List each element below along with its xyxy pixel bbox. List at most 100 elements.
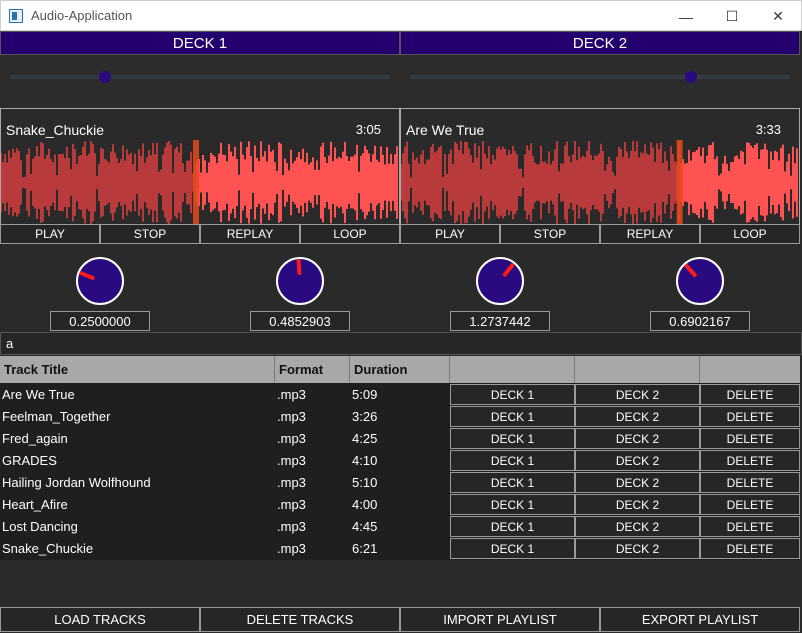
maximize-button[interactable]: ☐ [709,1,755,32]
table-row[interactable]: Fred_again .mp3 4:25 DECK 1 DECK 2 DELETE [0,427,800,449]
deck-2-knob-1-value[interactable]: 1.2737442 [450,311,550,331]
track-title-cell: Hailing Jordan Wolfhound [2,474,151,490]
table-row[interactable]: Snake_Chuckie .mp3 6:21 DECK 1 DECK 2 DELETE [0,537,800,559]
app-icon [9,8,23,23]
track-duration-cell: 4:00 [352,496,378,512]
deck-2-knob-2[interactable] [676,257,724,305]
slider-track[interactable] [10,75,390,79]
track-title-cell: Are We True [2,386,75,402]
deck-1-play-button[interactable]: PLAY [0,224,100,244]
load-deck-1-button[interactable]: DECK 1 [450,472,575,493]
load-tracks-button[interactable]: LOAD TRACKS [0,607,200,632]
delete-track-button[interactable]: DELETE [700,494,800,515]
window-title: Audio-Application [31,8,133,23]
load-deck-2-button[interactable]: DECK 2 [575,450,700,471]
track-format-cell: .mp3 [277,408,306,424]
deck-2-waveform[interactable]: Are We True 3:33 [400,108,800,225]
load-deck-1-button[interactable]: DECK 1 [450,428,575,449]
track-format-cell: .mp3 [277,540,306,556]
deck-2-knob-1[interactable] [476,257,524,305]
table-row[interactable]: Feelman_Together .mp3 3:26 DECK 1 DECK 2 DELE… [0,405,800,427]
delete-tracks-button[interactable]: DELETE TRACKS [200,607,400,632]
table-header: Track Title Format Duration [0,356,800,383]
playhead-marker[interactable] [676,140,683,225]
playhead-marker[interactable] [193,140,199,225]
deck-1-volume-slider[interactable] [0,55,400,108]
track-title-cell: Lost Dancing [2,518,78,534]
column-header-delete [700,356,800,383]
delete-track-button[interactable]: DELETE [700,472,800,493]
deck-1-loop-button[interactable]: LOOP [300,224,400,244]
deck-2-replay-button[interactable]: REPLAY [600,224,700,244]
track-duration-cell: 5:09 [352,386,378,402]
load-deck-1-button[interactable]: DECK 1 [450,494,575,515]
load-deck-2-button[interactable]: DECK 2 [575,516,700,537]
table-row[interactable]: GRADES .mp3 4:10 DECK 1 DECK 2 DELETE [0,449,800,471]
delete-track-button[interactable]: DELETE [700,516,800,537]
knob-pointer [296,259,302,275]
deck-1-knob-2[interactable] [276,257,324,305]
deck-1-stop-button[interactable]: STOP [100,224,200,244]
load-deck-2-button[interactable]: DECK 2 [575,538,700,559]
waveform-display[interactable] [1,140,399,225]
load-deck-1-button[interactable]: DECK 1 [450,516,575,537]
empty-area [0,560,802,607]
deck-1-replay-button[interactable]: REPLAY [200,224,300,244]
deck-1-knob-1-value[interactable]: 0.2500000 [50,311,150,331]
delete-track-button[interactable]: DELETE [700,428,800,449]
load-deck-1-button[interactable]: DECK 1 [450,406,575,427]
deck-2-stop-button[interactable]: STOP [500,224,600,244]
delete-track-button[interactable]: DELETE [700,406,800,427]
deck-1-waveform[interactable]: Snake_Chuckie 3:05 [0,108,400,225]
track-title-cell: Heart_Afire [2,496,68,512]
table-row[interactable]: Are We True .mp3 5:09 DECK 1 DECK 2 DELETE [0,383,800,405]
track-duration: 3:05 [355,122,381,137]
deck-1-knob-2-value[interactable]: 0.4852903 [250,311,350,331]
load-deck-1-button[interactable]: DECK 1 [450,450,575,471]
waveform-display[interactable] [401,140,799,225]
knob-pointer [684,264,697,277]
title-bar: Audio-Application — ☐ ✕ [0,0,802,31]
import-playlist-button[interactable]: IMPORT PLAYLIST [400,607,600,632]
slider-track[interactable] [410,75,790,79]
column-header-format[interactable]: Format [275,356,350,383]
load-deck-2-button[interactable]: DECK 2 [575,428,700,449]
track-duration-cell: 4:25 [352,430,378,446]
load-deck-2-button[interactable]: DECK 2 [575,384,700,405]
deck-1-knob-1[interactable] [76,257,124,305]
slider-thumb[interactable] [99,71,111,83]
track-title-cell: Snake_Chuckie [2,540,94,556]
track-title-cell: Fred_again [2,430,68,446]
deck-2-loop-button[interactable]: LOOP [700,224,800,244]
load-deck-2-button[interactable]: DECK 2 [575,494,700,515]
deck-2-volume-slider[interactable] [400,55,800,108]
deck-2-knob-2-value[interactable]: 0.6902167 [650,311,750,331]
track-duration-cell: 3:26 [352,408,378,424]
slider-thumb[interactable] [685,71,698,83]
table-row[interactable]: Hailing Jordan Wolfhound .mp3 5:10 DECK 1 DE… [0,471,800,493]
track-table-body: Are We True .mp3 5:09 DECK 1 DECK 2 DELETE Fee… [0,383,800,560]
table-row[interactable]: Heart_Afire .mp3 4:00 DECK 1 DECK 2 DELETE [0,493,800,515]
delete-track-button[interactable]: DELETE [700,538,800,559]
track-format-cell: .mp3 [277,452,306,468]
search-input[interactable]: a [0,332,802,355]
close-button[interactable]: ✕ [755,1,801,32]
deck-2-play-button[interactable]: PLAY [400,224,500,244]
track-duration-cell: 6:21 [352,540,378,556]
delete-track-button[interactable]: DELETE [700,450,800,471]
export-playlist-button[interactable]: EXPORT PLAYLIST [600,607,800,632]
column-header-title[interactable]: Track Title [0,356,275,383]
table-row[interactable]: Lost Dancing .mp3 4:45 DECK 1 DECK 2 DELETE [0,515,800,537]
track-duration-cell: 4:45 [352,518,378,534]
track-format-cell: .mp3 [277,430,306,446]
load-deck-1-button[interactable]: DECK 1 [450,384,575,405]
load-deck-2-button[interactable]: DECK 2 [575,406,700,427]
knob-pointer [79,271,95,280]
track-title: Snake_Chuckie [6,122,105,138]
load-deck-2-button[interactable]: DECK 2 [575,472,700,493]
load-deck-1-button[interactable]: DECK 1 [450,538,575,559]
column-header-duration[interactable]: Duration [350,356,450,383]
deck-2-header: DECK 2 [400,31,800,55]
minimize-button[interactable]: — [663,1,709,32]
delete-track-button[interactable]: DELETE [700,384,800,405]
